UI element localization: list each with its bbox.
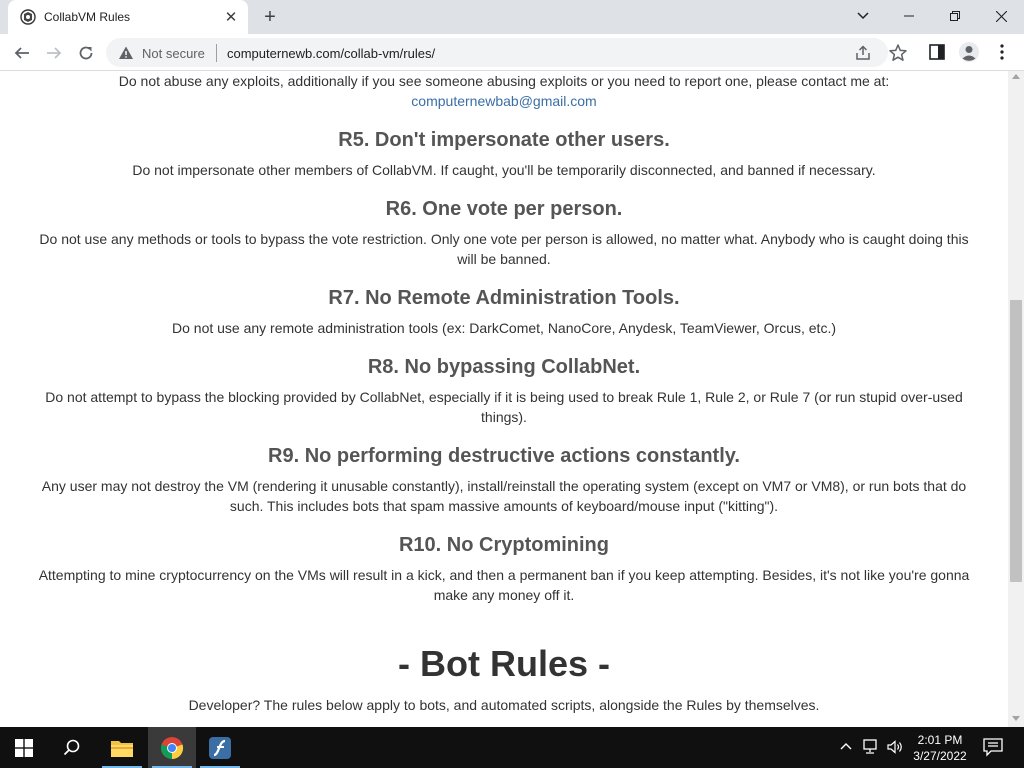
bot-rules-title: - Bot Rules - — [398, 643, 610, 684]
chrome-taskbar-button[interactable] — [148, 727, 196, 768]
tab-search-button[interactable] — [840, 0, 886, 32]
bot-rules-intro: Developer? The rules below apply to bots… — [188, 697, 820, 713]
folder-icon — [111, 740, 133, 757]
scrollbar-thumb[interactable] — [1010, 300, 1022, 582]
browser-tab[interactable]: CollabVM Rules ✕ — [8, 0, 248, 34]
browser-toolbar: Not secure computernewb.com/collab-vm/ru… — [0, 34, 1024, 71]
page-viewport: Do not abuse any exploits, additionally … — [0, 71, 1008, 727]
page-content: Do not abuse any exploits, additionally … — [0, 71, 1008, 715]
flash-player-icon — [209, 736, 231, 759]
profile-avatar-icon[interactable] — [958, 41, 980, 63]
clock-time: 2:01 PM — [917, 733, 963, 747]
intro-paragraph: Do not abuse any exploits, additionally … — [0, 71, 1008, 111]
clock[interactable]: 2:01 PM 3/27/2022 — [908, 732, 972, 764]
warning-icon[interactable] — [118, 45, 134, 61]
rule-r7-body: Do not use any remote administration too… — [172, 320, 836, 336]
action-center-icon[interactable] — [982, 737, 1004, 757]
minimize-button[interactable] — [886, 0, 932, 32]
intro-text: Do not abuse any exploits, additionally … — [118, 73, 890, 89]
show-hidden-icons-chevron-icon[interactable] — [838, 739, 854, 755]
address-separator — [216, 44, 217, 62]
share-icon[interactable] — [854, 44, 872, 62]
clock-date: 3/27/2022 — [913, 749, 967, 763]
rule-r5-heading: R5. Don't impersonate other users. — [338, 129, 670, 151]
tab-title: CollabVM Rules — [44, 10, 131, 24]
tab-strip: CollabVM Rules ✕ + — [0, 0, 1024, 34]
minimize-icon — [904, 15, 914, 17]
search-icon — [63, 739, 80, 755]
rule-r10-body: Attempting to mine cryptocurrency on the… — [38, 567, 970, 603]
reload-icon — [79, 46, 93, 60]
security-label[interactable]: Not secure — [142, 46, 205, 61]
rule-r8-body: Do not attempt to bypass the blocking pr… — [45, 389, 963, 425]
tab-close-icon[interactable]: ✕ — [222, 8, 240, 26]
contact-email-link[interactable]: computernewbab@gmail.com — [411, 93, 596, 109]
arrow-left-icon — [14, 47, 29, 59]
rule-r6-heading: R6. One vote per person. — [385, 198, 623, 220]
taskbar-search-button[interactable] — [48, 727, 96, 768]
back-button[interactable] — [8, 39, 36, 67]
arrow-right-icon — [47, 47, 62, 59]
start-button[interactable] — [0, 727, 48, 768]
scroll-down-arrow-icon[interactable] — [1012, 716, 1020, 721]
file-explorer-button[interactable] — [98, 727, 146, 768]
bookmark-star-icon[interactable] — [888, 43, 908, 63]
rule-r5-body: Do not impersonate other members of Coll… — [132, 162, 876, 178]
new-tab-button[interactable]: + — [258, 6, 282, 28]
forward-button[interactable] — [40, 39, 68, 67]
restore-icon — [950, 11, 960, 21]
more-menu-icon[interactable] — [994, 42, 1010, 62]
rule-r6-body: Do not use any methods or tools to bypas… — [39, 231, 969, 267]
close-icon — [995, 10, 1007, 22]
restore-button[interactable] — [932, 0, 978, 32]
rule-r7-heading: R7. No Remote Administration Tools. — [328, 287, 680, 309]
rule-r9-body: Any user may not destroy the VM (renderi… — [41, 478, 967, 514]
url-text[interactable]: computernewb.com/collab-vm/rules/ — [227, 46, 435, 61]
side-panel-icon[interactable] — [928, 43, 946, 61]
network-icon[interactable] — [862, 739, 880, 755]
volume-icon[interactable] — [886, 739, 904, 755]
scroll-up-arrow-icon[interactable] — [1012, 74, 1020, 79]
collabvm-favicon-icon — [20, 9, 36, 25]
chevron-down-icon — [857, 12, 869, 20]
address-bar[interactable]: Not secure computernewb.com/collab-vm/ru… — [106, 38, 907, 67]
vertical-scrollbar[interactable] — [1008, 71, 1024, 727]
windows-taskbar: 2:01 PM 3/27/2022 — [0, 727, 1024, 768]
rule-r8-heading: R8. No bypassing CollabNet. — [367, 356, 641, 378]
flash-player-button[interactable] — [196, 727, 244, 768]
reload-button[interactable] — [72, 39, 100, 67]
rule-r10-heading: R10. No Cryptomining — [398, 534, 609, 556]
chrome-icon — [160, 736, 184, 759]
close-window-button[interactable] — [978, 0, 1024, 32]
windows-logo-icon — [15, 738, 33, 757]
rule-r9-heading: R9. No performing destructive actions co… — [268, 445, 740, 467]
